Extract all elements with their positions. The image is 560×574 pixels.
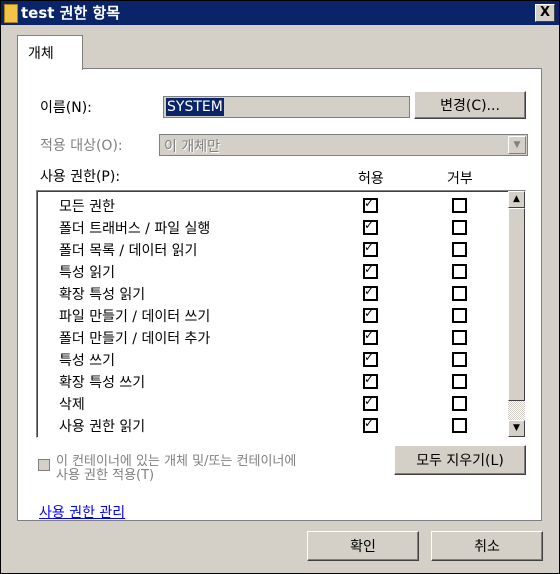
vertical-scrollbar[interactable]: ▲ ▼ [508,191,525,437]
checkmark-icon: ✓ [364,306,375,320]
permission-name: 폴더 만들기 / 데이터 추가 [59,331,211,347]
checkmark-icon: ✓ [364,240,375,254]
permission-name: 사용 권한 읽기 [59,419,146,435]
permission-row: 사용 권한 읽기 ✓ [37,414,503,436]
allow-checkbox[interactable]: ✓ [363,284,378,301]
checkmark-icon: ✓ [364,218,375,232]
deny-checkbox[interactable] [452,264,467,279]
scroll-thumb[interactable] [508,208,525,401]
clear-all-button[interactable]: 모두 지우기(L) [394,445,526,475]
deny-checkbox[interactable] [452,286,467,301]
checkmark-icon: ✓ [364,196,375,210]
checkmark-icon: ✓ [364,284,375,298]
change-button[interactable]: 변경(C)... [414,91,526,119]
allow-checkbox[interactable]: ✓ [363,218,378,235]
permission-name: 삭제 [59,397,85,413]
permission-row: 삭제 ✓ [37,392,503,414]
permission-row: 폴더 목록 / 데이터 읽기 ✓ [37,238,503,260]
apply-to-value: 이 개체만 [164,139,220,155]
permission-row: 모든 권한 ✓ [37,194,503,216]
scroll-up-arrow-icon[interactable]: ▲ [508,191,525,208]
permission-row: 파일 만들기 / 데이터 쓰기 ✓ [37,304,503,326]
permission-row: 폴더 트래버스 / 파일 실행 ✓ [37,216,503,238]
object-tab-panel: 이름(N): SYSTEM 변경(C)... 적용 대상(O): 이 개체만 ▼… [17,68,542,521]
permission-name: 파일 만들기 / 데이터 쓰기 [59,309,211,325]
allow-checkbox[interactable]: ✓ [363,372,378,389]
permissions-label: 사용 권한(P): [40,169,121,185]
inherit-label-line2: 사용 권한 적용(T) [56,468,155,483]
deny-checkbox[interactable] [452,330,467,345]
permission-row: 특성 쓰기 ✓ [37,348,503,370]
scroll-down-arrow-icon[interactable]: ▼ [508,420,525,437]
permission-row: 확장 특성 쓰기 ✓ [37,370,503,392]
allow-checkbox[interactable]: ✓ [363,416,378,433]
checkmark-icon: ✓ [364,416,375,430]
checkmark-icon: ✓ [364,350,375,364]
folder-icon [4,4,18,23]
allow-checkbox[interactable]: ✓ [363,196,378,213]
allow-checkbox[interactable]: ✓ [363,306,378,323]
checkmark-icon: ✓ [364,394,375,408]
deny-checkbox[interactable] [452,242,467,257]
permission-row: 폴더 만들기 / 데이터 추가 ✓ [37,326,503,348]
deny-checkbox[interactable] [452,220,467,235]
permission-row: 특성 읽기 ✓ [37,260,503,282]
allow-column-header: 허용 [358,171,384,187]
permission-name: 확장 특성 읽기 [59,287,146,303]
allow-checkbox[interactable]: ✓ [363,262,378,279]
name-label: 이름(N): [40,100,92,116]
deny-checkbox[interactable] [452,374,467,389]
deny-checkbox[interactable] [452,396,467,411]
checkmark-icon: ✓ [364,372,375,386]
apply-to-label: 적용 대상(O): [40,138,123,154]
apply-to-select[interactable]: 이 개체만 ▼ [159,134,528,156]
permission-entry-dialog: test 권한 항목 X 개체 이름(N): SYSTEM 변경(C)... 적… [0,0,560,574]
close-button[interactable]: X [535,4,555,22]
permission-row: 확장 특성 읽기 ✓ [37,282,503,304]
allow-checkbox[interactable]: ✓ [363,394,378,411]
cancel-button[interactable]: 취소 [431,531,543,561]
allow-checkbox[interactable]: ✓ [363,350,378,367]
allow-checkbox[interactable]: ✓ [363,240,378,257]
permission-name: 폴더 목록 / 데이터 읽기 [59,243,198,259]
allow-checkbox[interactable]: ✓ [363,328,378,345]
checkmark-icon: ✓ [364,328,375,342]
tab-object-label: 개체 [28,46,54,62]
permission-name: 특성 쓰기 [59,353,115,369]
permissions-list: 모든 권한 ✓ 폴더 트래버스 / 파일 실행 ✓ 폴더 목록 / 데이터 읽기 ✓ 특성 … [36,190,526,438]
ok-button[interactable]: 확인 [307,531,419,561]
permission-name: 특성 읽기 [59,265,115,281]
deny-checkbox[interactable] [452,308,467,323]
deny-column-header: 거부 [447,171,473,187]
checkmark-icon: ✓ [364,262,375,276]
inherit-checkbox[interactable] [38,459,50,471]
permission-name: 폴더 트래버스 / 파일 실행 [59,221,211,237]
title-bar: test 권한 항목 X [1,1,559,25]
window-title: test 권한 항목 [21,4,121,22]
tab-object[interactable]: 개체 [17,35,83,70]
manage-permissions-link[interactable]: 사용 권한 관리 [39,502,125,522]
deny-checkbox[interactable] [452,198,467,213]
deny-checkbox[interactable] [452,418,467,433]
name-field: SYSTEM [163,96,410,118]
name-value: SYSTEM [166,98,224,116]
deny-checkbox[interactable] [452,352,467,367]
permission-name: 확장 특성 쓰기 [59,375,146,391]
permission-name: 모든 권한 [59,199,115,215]
chevron-down-icon[interactable]: ▼ [508,136,526,154]
